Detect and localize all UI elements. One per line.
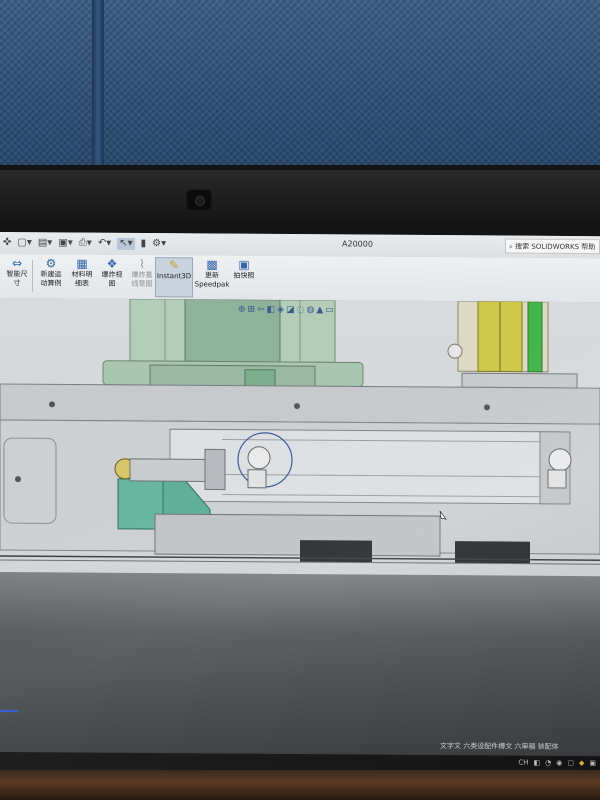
air-fitting xyxy=(548,448,572,472)
speedpak-icon: ▩ xyxy=(206,257,218,272)
ribbon-label: 新建运 动算例 xyxy=(40,270,62,288)
select-arrow-icon[interactable]: ↖▾ xyxy=(117,237,135,250)
volume-icon[interactable]: ◉ xyxy=(556,759,562,767)
undo-icon[interactable]: ↶▾ xyxy=(98,238,111,250)
fabric-wall xyxy=(0,0,600,175)
monitor-screen: ✜ ▢▾ ▤▾ ▣▾ ⎙▾ ↶▾ ↖▾ ▮ ⚙▾ A20000 ⌕ 搜索 SOL… xyxy=(0,232,600,777)
air-fitting xyxy=(247,446,271,470)
open-folder-icon[interactable]: ▤▾ xyxy=(38,237,52,249)
edit-appearance-icon[interactable]: ◍ xyxy=(306,305,314,315)
graphics-area[interactable]: ⊕ ⊞ ⇦ ◧ ◈ ◪ ◌ ◍ ▲ ▭ xyxy=(0,298,600,577)
explode-line-sketch-button[interactable]: ⌇ 爆炸直 线草图 xyxy=(128,257,156,297)
take-snapshot-button[interactable]: ▣ 拍快照 xyxy=(230,258,258,298)
document-title: A20000 xyxy=(342,239,373,249)
screw-hole xyxy=(49,401,55,408)
ribbon-label: 爆炸直 线草图 xyxy=(131,270,153,289)
save-icon[interactable]: ▣▾ xyxy=(58,237,72,249)
system-tray: CH ◧ ◔ ◉ ▢ ◆ ▣ xyxy=(518,759,596,768)
ribbon-label: 更新 Speedpak xyxy=(194,271,230,289)
print-icon[interactable]: ⎙▾ xyxy=(79,238,92,250)
green-strip xyxy=(527,301,543,373)
wall-seam xyxy=(92,0,104,170)
piston-rod xyxy=(129,458,211,482)
help-search-input[interactable]: ⌕ 搜索 SOLIDWORKS 帮助 xyxy=(505,238,600,255)
exploded-view-button[interactable]: ❖ 爆炸视 图 xyxy=(98,257,126,297)
motion-study-icon: ⚙ xyxy=(45,256,57,271)
heads-up-view-toolbar: ⊕ ⊞ ⇦ ◧ ◈ ◪ ◌ ◍ ▲ ▭ xyxy=(238,305,334,316)
pin-icon[interactable]: ✜ xyxy=(3,237,11,249)
screw-hole xyxy=(484,404,490,411)
rebuild-icon[interactable]: ▮ xyxy=(141,238,147,250)
explode-line-icon: ⌇ xyxy=(139,256,145,272)
instant3d-icon: ✎ xyxy=(168,258,180,273)
ribbon-label: 材料明 细表 xyxy=(71,270,93,288)
fitting-top xyxy=(447,343,463,359)
ribbon-label: 拍快照 xyxy=(233,271,255,280)
zoom-area-icon[interactable]: ⊞ xyxy=(248,305,256,315)
help-search-text: 搜索 SOLIDWORKS 帮助 xyxy=(515,242,596,252)
previous-view-icon[interactable]: ⇦ xyxy=(257,305,265,315)
new-motion-study-button[interactable]: ⚙ 新建运 动算例 xyxy=(36,256,66,296)
network-icon[interactable]: ◔ xyxy=(545,759,551,767)
screw-hole xyxy=(294,403,300,410)
tray-icon[interactable]: ▣ xyxy=(589,759,596,767)
desk-edge xyxy=(0,770,600,800)
zoom-to-fit-icon[interactable]: ⊕ xyxy=(238,305,246,315)
hide-show-icon[interactable]: ◌ xyxy=(297,305,305,315)
instant3d-button[interactable]: ✎ Instant3D xyxy=(155,257,193,298)
bezel-top xyxy=(0,170,600,230)
ribbon-label: 爆炸视 图 xyxy=(101,270,123,288)
options-icon[interactable]: ⚙▾ xyxy=(152,238,166,250)
ribbon-label: Instant3D xyxy=(156,272,192,281)
display-style-icon[interactable]: ◪ xyxy=(286,305,295,315)
command-ribbon: ⇔ 智能尺寸 ⚙ 新建运 动算例 ▦ 材料明 细表 ❖ 爆炸视 图 ⌇ 爆炸直 … xyxy=(0,254,600,304)
view-settings-icon[interactable]: ▭ xyxy=(325,305,334,315)
smart-dimension-icon: ⇔ xyxy=(11,256,23,271)
ribbon-label: 智能尺寸 xyxy=(6,270,28,288)
base-plate xyxy=(0,383,600,425)
language-indicator[interactable]: CH xyxy=(518,759,528,767)
app-icon[interactable]: ◆ xyxy=(579,759,584,767)
smart-dimension-button[interactable]: ⇔ 智能尺寸 xyxy=(4,256,30,296)
bom-table-icon: ▦ xyxy=(76,256,88,271)
new-document-icon[interactable]: ▢▾ xyxy=(17,237,31,249)
camera-icon: ▣ xyxy=(238,257,250,272)
photo-scene: ✜ ▢▾ ▤▾ ▣▾ ⎙▾ ↶▾ ↖▾ ▮ ⚙▾ A20000 ⌕ 搜索 SOL… xyxy=(0,0,600,800)
taskbar-note: 文字文 六类设配件樽文 六审稿 装配体 xyxy=(440,742,559,751)
scene-icon[interactable]: ▲ xyxy=(316,305,323,315)
ribbon-divider xyxy=(32,260,33,293)
webcam-icon xyxy=(186,189,212,211)
cad-model-view[interactable] xyxy=(0,298,600,576)
notification-icon[interactable]: ▢ xyxy=(567,759,574,767)
update-speedpak-button[interactable]: ▩ 更新 Speedpak xyxy=(194,257,230,297)
view-orientation-icon[interactable]: ◈ xyxy=(277,305,284,315)
section-view-icon[interactable]: ◧ xyxy=(267,305,276,315)
ime-icon[interactable]: ◧ xyxy=(534,759,541,767)
axis-triad-marker xyxy=(0,710,18,713)
bill-of-materials-button[interactable]: ▦ 材料明 细表 xyxy=(68,256,96,296)
exploded-view-icon: ❖ xyxy=(106,256,118,271)
rail xyxy=(154,513,441,557)
